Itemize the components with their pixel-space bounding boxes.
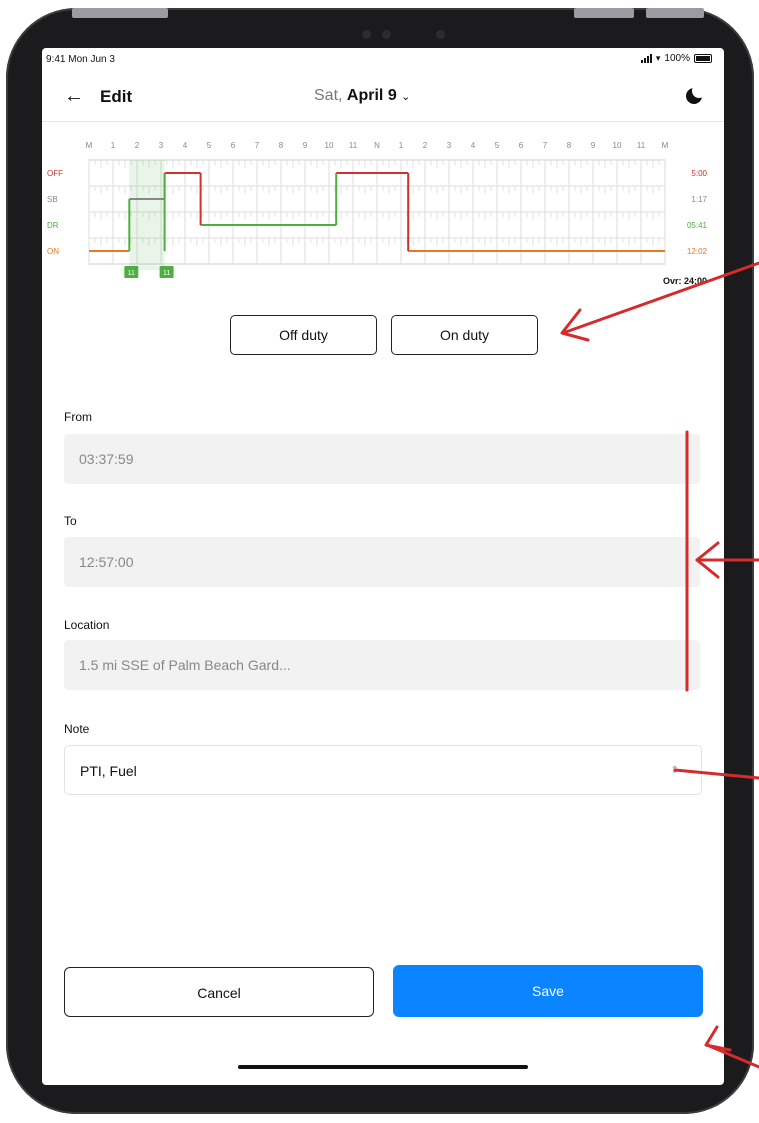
hour-label: 8	[279, 141, 284, 150]
signal-icon	[640, 54, 652, 63]
hour-label: 4	[183, 141, 188, 150]
hour-label: 1	[111, 141, 116, 150]
hour-label: 1	[399, 141, 404, 150]
hour-label: M	[662, 141, 669, 150]
row-total: 12:02	[687, 247, 708, 256]
on-duty-button[interactable]: On duty	[391, 315, 538, 355]
row-total: 1:17	[691, 195, 707, 204]
hour-label: 3	[159, 141, 164, 150]
status-time: 9:41 Mon Jun 3	[46, 54, 115, 65]
hour-label: 7	[255, 141, 260, 150]
hour-label: 10	[325, 141, 334, 150]
hour-label: 5	[207, 141, 212, 150]
marker-label: 11	[163, 270, 170, 277]
cancel-button[interactable]: Cancel	[64, 967, 374, 1017]
back-arrow-icon[interactable]: ←	[64, 85, 84, 108]
date-main: April 9	[346, 87, 397, 104]
off-duty-button[interactable]: Off duty	[230, 315, 377, 355]
duty-log-graph: M 1 2 3 4 5 6 7 8 9 10 11 N 1 2 3 4 5 6 7 8 9 10 11 M OFF 5:00 SB 1:…	[42, 136, 724, 286]
from-field[interactable]: 03:37:59	[64, 434, 700, 484]
hour-label: 6	[519, 141, 524, 150]
dark-mode-icon[interactable]	[686, 84, 706, 104]
hour-label: 2	[135, 141, 140, 150]
hour-label: 3	[447, 141, 452, 150]
nav-bar: ← Edit Sat, April 9 ⌄	[42, 78, 724, 114]
to-label: To	[64, 514, 77, 528]
volume-button	[72, 8, 168, 18]
hour-label: 4	[471, 141, 476, 150]
hour-label: 10	[613, 141, 622, 150]
hour-label: 9	[303, 141, 308, 150]
front-camera	[342, 22, 452, 48]
location-field[interactable]: 1.5 mi SSE of Palm Beach Gard...	[64, 640, 700, 690]
select-arrows-icon: ⇕	[670, 765, 679, 776]
marker-label: 11	[128, 270, 135, 277]
row-total: 5:00	[691, 169, 707, 178]
date-weekday: Sat,	[314, 87, 343, 104]
chevron-down-icon: ⌄	[401, 91, 411, 103]
note-value: PTI, Fuel	[80, 763, 137, 779]
hour-label: 11	[637, 141, 646, 150]
home-indicator	[238, 1065, 528, 1069]
from-label: From	[64, 410, 92, 424]
save-button[interactable]: Save	[393, 965, 703, 1017]
hour-label: N	[374, 141, 380, 150]
log-graph-svg: M 1 2 3 4 5 6 7 8 9 10 11 N 1 2 3 4 5 6 7 8 9 10 11 M OFF 5:00 SB 1:…	[47, 141, 708, 286]
hour-label: 2	[423, 141, 428, 150]
row-total: 05:41	[687, 221, 708, 230]
hour-label: 11	[349, 141, 358, 150]
note-label: Note	[64, 722, 90, 736]
row-label: SB	[47, 195, 58, 204]
note-select[interactable]: PTI, Fuel ⇕	[64, 745, 702, 795]
hour-label: 9	[591, 141, 596, 150]
app-screen: 9:41 Mon Jun 3 ▾ 100% ← Edit Sat, April …	[42, 48, 724, 1085]
hour-label: 6	[231, 141, 236, 150]
power-button	[646, 8, 704, 18]
status-bar: 9:41 Mon Jun 3 ▾ 100%	[42, 48, 724, 70]
hour-label: 8	[567, 141, 572, 150]
row-label: ON	[47, 247, 59, 256]
total-label: Ovr: 24:00	[663, 276, 707, 286]
page-title: Edit	[100, 87, 133, 106]
volume-button	[574, 8, 634, 18]
to-field[interactable]: 12:57:00	[64, 537, 700, 587]
nav-divider	[42, 121, 724, 122]
hour-label: M	[86, 141, 93, 150]
row-label: DR	[47, 221, 59, 230]
wifi-icon: ▾	[655, 53, 661, 63]
selected-range	[129, 160, 165, 270]
battery-icon	[694, 54, 712, 63]
row-label: OFF	[47, 169, 63, 178]
hour-label: 5	[495, 141, 500, 150]
location-label: Location	[64, 618, 110, 632]
battery-percent: 100%	[664, 53, 690, 64]
date-picker[interactable]: Sat, April 9 ⌄	[314, 87, 410, 105]
hour-label: 7	[543, 141, 548, 150]
